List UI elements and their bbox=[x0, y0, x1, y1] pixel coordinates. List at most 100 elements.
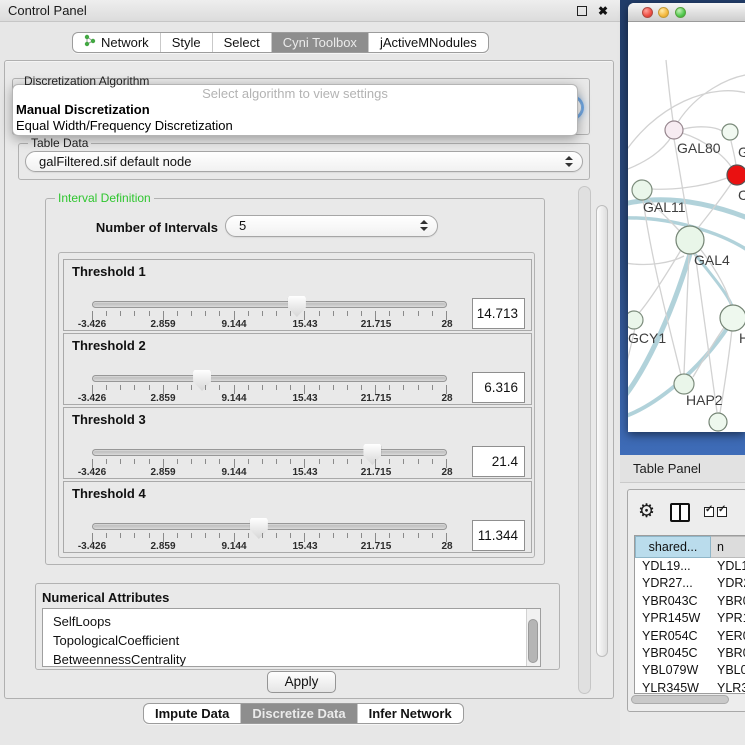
tab-style[interactable]: Style bbox=[160, 33, 212, 52]
tick-mark bbox=[134, 385, 135, 390]
number-of-intervals-combobox[interactable]: 5 bbox=[225, 215, 438, 237]
tick-mark bbox=[418, 385, 419, 390]
apply-button[interactable]: Apply bbox=[267, 671, 336, 693]
threshold-value-field[interactable]: 21.4 bbox=[472, 446, 525, 477]
node-label: GAL11 bbox=[643, 199, 686, 215]
checked-checkbox-icon[interactable]: ✓ bbox=[704, 507, 714, 517]
network-node[interactable] bbox=[720, 305, 745, 331]
tick-mark bbox=[432, 459, 433, 464]
table-cell: YBR0 bbox=[711, 593, 745, 610]
tick-mark bbox=[149, 385, 150, 390]
panel-title: Control Panel bbox=[8, 0, 87, 22]
table-row[interactable]: YDR27...YDR2 bbox=[635, 575, 745, 592]
slider-track[interactable] bbox=[92, 375, 447, 382]
network-edge[interactable] bbox=[628, 136, 672, 172]
network-view[interactable]: GAL80GACGAL11GAL4GCY1HHAP2 bbox=[628, 22, 745, 432]
panel-scrollbar-thumb[interactable] bbox=[596, 205, 608, 657]
attribute-item[interactable]: BetweennessCentrality bbox=[43, 650, 540, 667]
threshold-value-field[interactable]: 14.713 bbox=[472, 298, 525, 329]
network-node[interactable] bbox=[674, 374, 694, 394]
application-root: Control Panel ✖ NetworkStyleSelectCyni T… bbox=[0, 0, 745, 745]
gear-icon[interactable]: ⚙ bbox=[638, 500, 655, 524]
algorithm-option[interactable]: Equal Width/Frequency Discretization bbox=[13, 118, 577, 134]
table-cell: YDR2 bbox=[711, 575, 745, 592]
network-node[interactable] bbox=[628, 311, 643, 329]
tick-mark bbox=[347, 385, 348, 390]
node-label: GAL4 bbox=[694, 252, 730, 268]
network-node[interactable] bbox=[722, 124, 738, 140]
threshold-value-field[interactable]: 11.344 bbox=[472, 520, 525, 551]
tick-label: 21.715 bbox=[361, 393, 392, 404]
list-scrollbar-track[interactable] bbox=[526, 609, 540, 666]
tab-cyni-toolbox[interactable]: Cyni Toolbox bbox=[271, 33, 368, 52]
column-header[interactable]: n bbox=[711, 536, 745, 558]
slider-track[interactable] bbox=[92, 301, 447, 308]
threshold-slider[interactable]: -3.4262.8599.14415.4321.71528 bbox=[92, 444, 447, 478]
tick-mark bbox=[219, 385, 220, 390]
table-row[interactable]: YBL079WYBL0 bbox=[635, 662, 745, 679]
table-cell: YBR043C bbox=[635, 593, 711, 610]
attributes-listbox[interactable]: SelfLoopsTopologicalCoefficientBetweenne… bbox=[42, 608, 541, 667]
tab-infer-network[interactable]: Infer Network bbox=[357, 704, 463, 723]
close-traffic-light-icon[interactable] bbox=[642, 7, 653, 18]
table-row[interactable]: YBR043CYBR0 bbox=[635, 593, 745, 610]
tick-label: 15.43 bbox=[292, 467, 317, 478]
checked-checkbox-icon[interactable]: ✓ bbox=[717, 507, 727, 517]
tab-network[interactable]: Network bbox=[73, 33, 160, 52]
threshold-value-field[interactable]: 6.316 bbox=[472, 372, 525, 403]
threshold-slider[interactable]: -3.4262.8599.14415.4321.71528 bbox=[92, 518, 447, 552]
table-row[interactable]: YDL19...YDL1 bbox=[635, 558, 745, 575]
network-edge[interactable] bbox=[678, 74, 745, 122]
tick-label: 28 bbox=[441, 541, 452, 552]
tick-label: 15.43 bbox=[292, 393, 317, 404]
network-edge[interactable] bbox=[628, 256, 684, 264]
table-panel-title: Table Panel bbox=[633, 461, 701, 476]
threshold-slider[interactable]: -3.4262.8599.14415.4321.71528 bbox=[92, 370, 447, 404]
table-row[interactable]: YBR045CYBR0 bbox=[635, 645, 745, 662]
number-of-intervals-value: 5 bbox=[239, 218, 246, 233]
list-scrollbar-thumb[interactable] bbox=[528, 619, 538, 663]
table-cell: YPR1 bbox=[711, 610, 745, 627]
minimize-traffic-light-icon[interactable] bbox=[658, 7, 669, 18]
network-node[interactable] bbox=[727, 165, 745, 185]
table-row[interactable]: YPR145WYPR1 bbox=[635, 610, 745, 627]
tick-mark bbox=[120, 311, 121, 316]
network-edge[interactable] bbox=[652, 178, 727, 189]
network-edge[interactable] bbox=[731, 141, 736, 166]
inner-scrollbar-track[interactable] bbox=[578, 186, 591, 694]
threshold-slider[interactable]: -3.4262.8599.14415.4321.71528 bbox=[92, 296, 447, 330]
column-header[interactable]: shared... bbox=[635, 536, 711, 558]
tick-mark bbox=[276, 459, 277, 464]
tab-jactivemnodules[interactable]: jActiveMNodules bbox=[368, 33, 488, 52]
network-node[interactable] bbox=[665, 121, 683, 139]
tick-mark bbox=[219, 459, 220, 464]
zoom-traffic-light-icon[interactable] bbox=[675, 7, 686, 18]
tick-mark bbox=[290, 311, 291, 316]
network-edge[interactable] bbox=[693, 326, 725, 377]
network-canvas[interactable]: GAL80GACGAL11GAL4GCY1HHAP2 bbox=[628, 22, 745, 432]
network-window-titlebar[interactable] bbox=[628, 3, 745, 22]
tab-impute-data[interactable]: Impute Data bbox=[144, 704, 240, 723]
network-node[interactable] bbox=[709, 413, 727, 431]
close-icon[interactable]: ✖ bbox=[598, 3, 608, 19]
slider-track[interactable] bbox=[92, 449, 447, 456]
algorithm-dropdown-popup: Select algorithm to view settings Manual… bbox=[12, 84, 578, 136]
float-window-icon[interactable] bbox=[577, 6, 587, 16]
table-horizontal-scrollbar[interactable] bbox=[631, 695, 729, 704]
table-data-combobox[interactable]: galFiltered.sif default node bbox=[25, 151, 583, 172]
tab-discretize-data[interactable]: Discretize Data bbox=[240, 704, 356, 723]
slider-track[interactable] bbox=[92, 523, 447, 530]
network-window: GAL80GACGAL11GAL4GCY1HHAP2 bbox=[628, 3, 745, 432]
network-node[interactable] bbox=[676, 226, 704, 254]
attribute-item[interactable]: SelfLoops bbox=[43, 612, 540, 631]
network-edge[interactable] bbox=[683, 127, 722, 131]
table-row[interactable]: YLR345WYLR3 bbox=[635, 680, 745, 694]
network-node[interactable] bbox=[632, 180, 652, 200]
table-row[interactable]: YER054CYER0 bbox=[635, 628, 745, 645]
attribute-item[interactable]: TopologicalCoefficient bbox=[43, 631, 540, 650]
tick-mark bbox=[403, 459, 404, 464]
algorithm-option[interactable]: Manual Discretization bbox=[13, 102, 577, 118]
network-edge[interactable] bbox=[666, 60, 673, 121]
tab-select[interactable]: Select bbox=[212, 33, 271, 52]
split-columns-icon[interactable] bbox=[670, 503, 690, 522]
